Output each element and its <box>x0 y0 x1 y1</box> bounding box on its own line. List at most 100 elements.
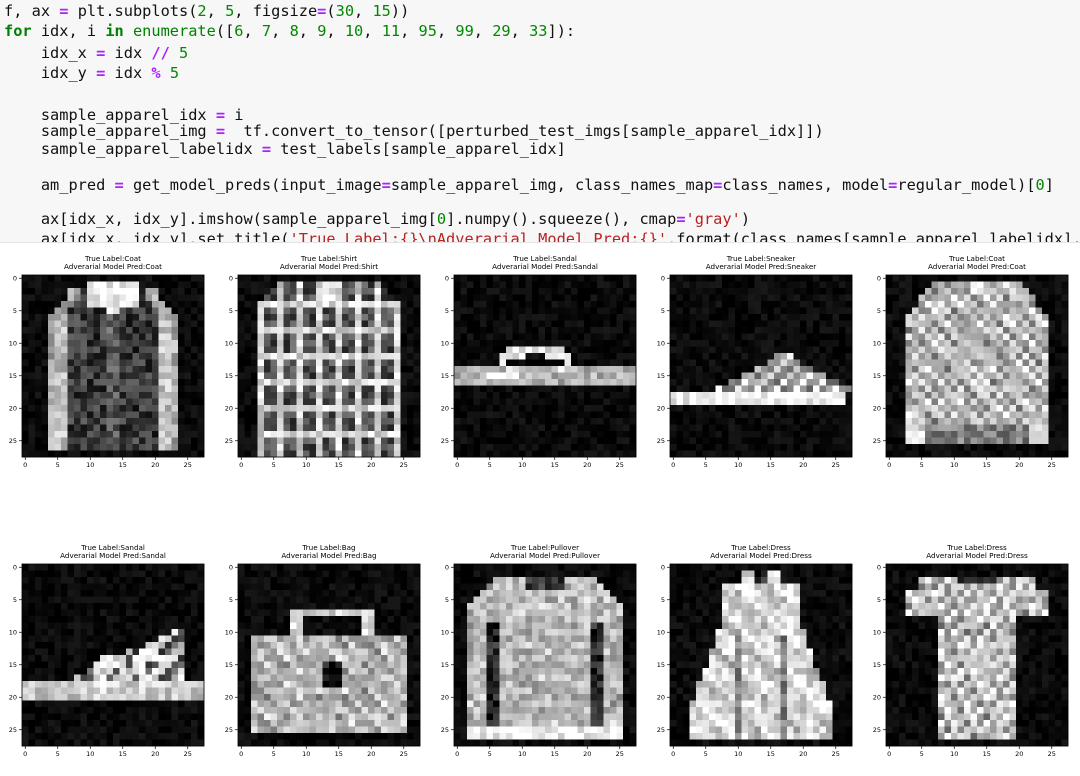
image-pixel <box>87 373 94 380</box>
image-pixel <box>87 629 94 636</box>
image-pixel <box>152 386 159 393</box>
image-pixel <box>545 444 552 451</box>
image-pixel <box>68 399 75 406</box>
image-pixel <box>336 295 343 302</box>
image-pixel <box>487 379 494 386</box>
code-cell[interactable]: f, ax = plt.subplots(2, 5, figsize=(30, … <box>0 0 1080 243</box>
image-pixel <box>146 288 153 295</box>
image-pixel <box>833 418 840 425</box>
image-pixel <box>683 347 690 354</box>
image-pixel <box>1016 301 1023 308</box>
image-pixel <box>35 366 42 373</box>
image-pixel <box>584 412 591 419</box>
image-pixel <box>729 301 736 308</box>
image-pixel <box>761 340 768 347</box>
image-pixel <box>277 438 284 445</box>
image-pixel <box>29 392 36 399</box>
image-pixel <box>42 288 49 295</box>
image-pixel <box>893 353 900 360</box>
image-pixel <box>55 386 62 393</box>
image-pixel <box>120 623 127 630</box>
image-pixel <box>407 392 414 399</box>
image-pixel <box>146 720 153 727</box>
image-pixel <box>696 373 703 380</box>
image-pixel <box>893 321 900 328</box>
image-pixel <box>368 418 375 425</box>
image-pixel <box>198 301 205 308</box>
image-pixel <box>742 334 749 341</box>
image-pixel <box>919 308 926 315</box>
image-pixel <box>1023 275 1030 282</box>
image-pixel <box>388 438 395 445</box>
image-pixel <box>578 334 585 341</box>
image-pixel <box>251 564 258 571</box>
image-pixel <box>107 655 114 662</box>
image-pixel <box>1023 386 1030 393</box>
image-pixel <box>964 425 971 432</box>
image-pixel <box>984 301 991 308</box>
image-pixel <box>919 360 926 367</box>
image-pixel <box>912 321 919 328</box>
image-pixel <box>381 340 388 347</box>
image-pixel <box>938 405 945 412</box>
image-pixel <box>742 438 749 445</box>
image-pixel <box>467 340 474 347</box>
image-pixel <box>198 623 205 630</box>
image-pixel <box>1062 438 1069 445</box>
image-pixel <box>912 308 919 315</box>
image-pixel <box>493 347 500 354</box>
image-pixel <box>617 301 624 308</box>
image-pixel <box>761 308 768 315</box>
image-pixel <box>198 629 205 636</box>
image-pixel <box>846 301 853 308</box>
image-pixel <box>120 425 127 432</box>
image-pixel <box>87 590 94 597</box>
image-pixel <box>368 334 375 341</box>
image-pixel <box>55 701 62 708</box>
image-pixel <box>74 418 81 425</box>
image-pixel <box>1042 431 1049 438</box>
image-pixel <box>87 642 94 649</box>
image-pixel <box>532 301 539 308</box>
image-pixel <box>178 584 185 591</box>
image-pixel <box>578 295 585 302</box>
image-pixel <box>113 681 120 688</box>
image-pixel <box>748 334 755 341</box>
image-pixel <box>800 431 807 438</box>
image-pixel <box>120 373 127 380</box>
image-pixel <box>1062 412 1069 419</box>
image-pixel <box>107 360 114 367</box>
image-pixel <box>787 399 794 406</box>
image-pixel <box>251 321 258 328</box>
image-pixel <box>381 564 388 571</box>
image-pixel <box>316 444 323 451</box>
image-pixel <box>126 616 133 623</box>
image-pixel <box>68 597 75 604</box>
image-pixel <box>539 301 546 308</box>
image-pixel <box>807 425 814 432</box>
image-pixel <box>74 288 81 295</box>
image-pixel <box>781 347 788 354</box>
image-pixel <box>394 282 401 289</box>
image-pixel <box>126 714 133 721</box>
image-pixel <box>755 288 762 295</box>
image-pixel <box>159 688 166 695</box>
image-pixel <box>677 399 684 406</box>
image-pixel <box>997 405 1004 412</box>
image-pixel <box>493 412 500 419</box>
image-pixel <box>165 340 172 347</box>
image-pixel <box>526 301 533 308</box>
image-pixel <box>545 275 552 282</box>
image-pixel <box>630 431 637 438</box>
image-pixel <box>133 642 140 649</box>
image-pixel <box>545 334 552 341</box>
image-pixel <box>1049 425 1056 432</box>
image-pixel <box>414 366 421 373</box>
image-pixel <box>185 386 192 393</box>
image-pixel <box>414 379 421 386</box>
image-pixel <box>133 701 140 708</box>
image-pixel <box>68 694 75 701</box>
image-pixel <box>152 425 159 432</box>
image-pixel <box>623 353 630 360</box>
image-pixel <box>61 662 68 669</box>
